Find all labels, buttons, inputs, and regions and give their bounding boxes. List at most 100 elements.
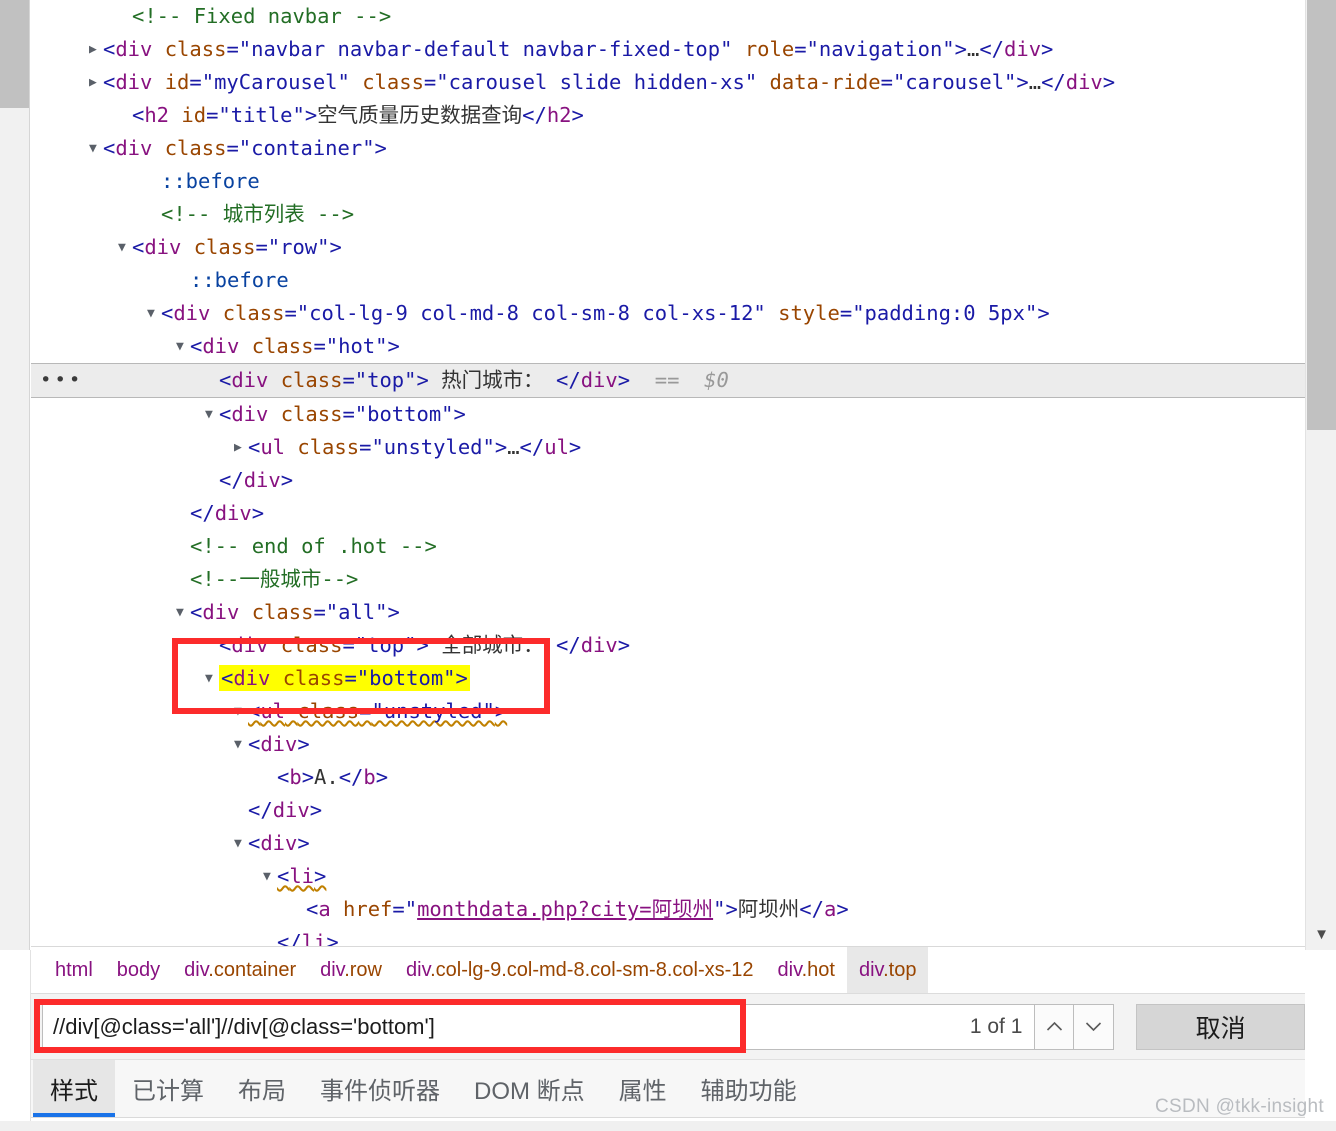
dom-row[interactable]: <a href="monthdata.php?city=阿坝州">阿坝州</a> [31,893,1305,926]
dom-row[interactable]: <div class="container"> [31,132,1305,165]
dom-row[interactable]: <div> [31,728,1305,761]
token-link[interactable]: monthdata.php?city=阿坝州 [417,897,713,921]
search-prev-button[interactable] [1034,1003,1075,1050]
dom-row[interactable]: </div> [31,794,1305,827]
dom-row[interactable]: ::before [31,165,1305,198]
cancel-search-button[interactable]: 取消 [1136,1003,1305,1050]
dom-row[interactable]: <div class="navbar navbar-default navbar… [31,33,1305,66]
dom-row[interactable]: <div class="top"> 全部城市： </div> [31,629,1305,662]
twisty-placeholder [205,629,219,662]
breadcrumb[interactable]: html body div.container div.row div.col-lg-9… [31,946,1305,993]
tab-label: 样式 [50,1078,98,1105]
right-scrollbar-thumb[interactable] [1307,0,1336,430]
dom-row[interactable]: <!-- Fixed navbar --> [31,0,1305,33]
tab-item[interactable]: 辅助功能 [684,1060,814,1117]
scroll-down-arrow-icon[interactable]: ▼ [1306,927,1336,942]
token-txt: … [507,435,520,459]
token-val: "top" [354,633,417,657]
twisty-placeholder [176,264,190,297]
twisty-expanded-icon[interactable] [176,330,190,363]
dom-row[interactable]: </div> [31,497,1305,530]
sidebar-tab-bar[interactable]: 样式 已计算 布局 事件侦听器 DOM 断点 属性 辅助功能 [31,1059,1305,1117]
token-bracket: < [219,402,232,426]
token-val: "padding:0 5px" [852,301,1038,325]
token-tag: div [144,235,182,259]
twisty-expanded-icon[interactable] [234,695,248,728]
twisty-expanded-icon[interactable] [89,132,103,165]
dom-row-content: <b>A.</b> [277,765,388,789]
tab-item[interactable]: 属性 [602,1060,684,1117]
twisty-expanded-icon[interactable] [205,398,219,431]
dom-row[interactable]: <h2 id="title">空气质量历史数据查询</h2> [31,99,1305,132]
token-bracket: = [880,70,893,94]
token-tag: ul [544,435,569,459]
dom-row-content: <!-- Fixed navbar --> [132,4,391,28]
twisty-collapsed-icon[interactable] [234,431,248,464]
token-bracket: < [103,37,116,61]
breadcrumb-item-body[interactable]: body [105,947,172,993]
dom-row[interactable]: <!-- 城市列表 --> [31,198,1305,231]
breadcrumb-class-name: .col-sm-8 [584,959,667,981]
breadcrumb-item-div-container[interactable]: div.container [172,947,308,993]
breadcrumb-item-div-col-lg-9-col-md-8-col-sm-8-col-xs-12[interactable]: div.col-lg-9.col-md-8.col-sm-8.col-xs-12 [394,947,766,993]
row-overflow-ellipsis-icon[interactable]: ••• [40,364,83,397]
dom-row[interactable]: <!--一般城市--> [31,563,1305,596]
xpath-search-input[interactable] [42,1003,917,1050]
dom-row[interactable]: <div class="all"> [31,596,1305,629]
tab-styles-active[interactable]: 样式 [33,1060,115,1117]
tab-item[interactable]: 事件侦听器 [303,1060,457,1117]
token-tag: div [260,831,298,855]
token-val: "unstyled" [371,435,495,459]
dom-row[interactable]: <li> [31,860,1305,893]
twisty-collapsed-icon[interactable] [89,33,103,66]
twisty-expanded-icon[interactable] [176,596,190,629]
breadcrumb-item-html[interactable]: html [43,947,105,993]
dom-tree-pane[interactable]: <!-- Fixed navbar --> <div class="navbar … [31,0,1305,950]
tab-item[interactable]: DOM 断点 [457,1060,602,1117]
left-scrollbar[interactable] [0,0,30,950]
dom-row[interactable]: <ul class="unstyled">…</ul> [31,431,1305,464]
search-next-button[interactable] [1074,1003,1115,1050]
token-bracket: > [568,435,582,459]
tab-item[interactable]: 已计算 [115,1060,221,1117]
dom-row[interactable]: </div> [31,464,1305,497]
left-scrollbar-thumb[interactable] [0,0,29,108]
token-attr: class [251,334,314,358]
token-bracket: > [1037,301,1050,325]
breadcrumb-class-name: .col-xs-12 [666,959,754,981]
twisty-expanded-icon[interactable] [263,860,277,893]
tab-label: 事件侦听器 [320,1078,440,1105]
breadcrumb-item-div-top[interactable]: div.top [846,947,929,993]
dom-row[interactable]: <div class="row"> [31,231,1305,264]
dom-row[interactable]: ::before [31,264,1305,297]
twisty-placeholder [118,99,132,132]
breadcrumb-item-div-row[interactable]: div.row [308,947,394,993]
dom-row[interactable]: <div class="col-lg-9 col-md-8 col-sm-8 c… [31,297,1305,330]
dom-row[interactable]: <!-- end of .hot --> [31,530,1305,563]
token-attr: class [280,633,343,657]
dom-row-content: <!--一般城市--> [190,567,358,591]
tab-item[interactable]: 布局 [221,1060,303,1117]
dom-row[interactable]: <div class="bottom"> [31,662,1305,695]
token-val: "carousel slide hidden-xs" [436,70,758,94]
dom-row[interactable]: <div id="myCarousel" class="carousel sli… [31,66,1305,99]
dom-row[interactable]: <div class="hot"> [31,330,1305,363]
breadcrumb-item-div-hot[interactable]: div.hot [766,947,847,993]
dom-row[interactable]: <div> [31,827,1305,860]
twisty-expanded-icon[interactable] [205,662,219,695]
twisty-expanded-icon[interactable] [234,827,248,860]
dom-row[interactable]: <div class="bottom"> [31,398,1305,431]
dom-row[interactable]: <ul class="unstyled"> [31,695,1305,728]
dom-row-selected[interactable]: ••• <div class="top"> 热门城市： </div> == $0 [31,363,1305,398]
token-tag: div [202,334,240,358]
twisty-collapsed-icon[interactable] [89,66,103,99]
twisty-expanded-icon[interactable] [118,231,132,264]
dom-row[interactable]: <b>A.</b> [31,761,1305,794]
twisty-expanded-icon[interactable] [147,297,161,330]
token-bracket: > [387,334,400,358]
twisty-expanded-icon[interactable] [234,728,248,761]
right-scrollbar[interactable]: ▼ [1305,0,1336,950]
